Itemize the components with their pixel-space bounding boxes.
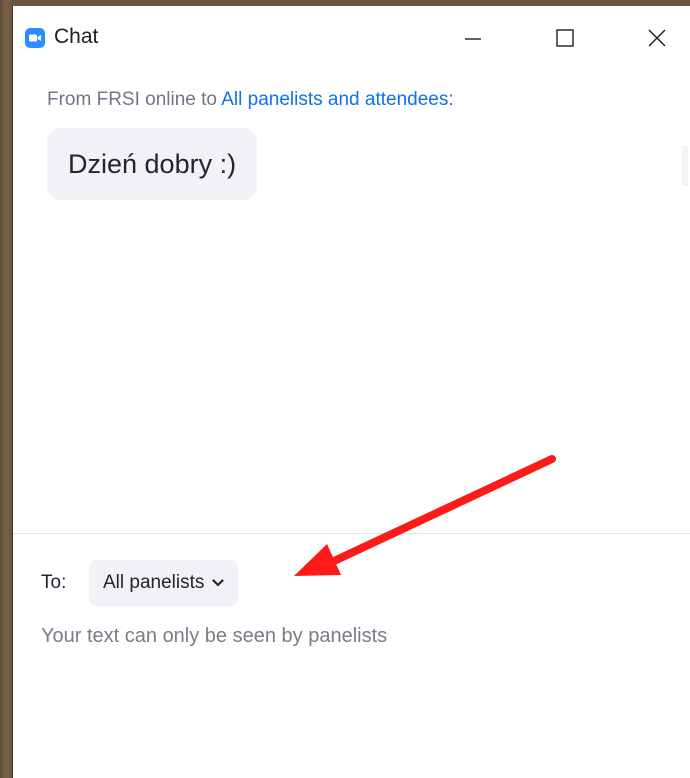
message-input-hint: Your text can only be seen by panelists (41, 625, 388, 647)
minimize-icon (465, 38, 481, 40)
maximize-icon (556, 29, 574, 47)
chat-window: Chat From FRSI online to All panelists a… (13, 6, 690, 778)
title-bar[interactable]: Chat (13, 6, 690, 70)
recipient-link[interactable]: All panelists and attendees: (221, 89, 453, 110)
message-bubble: Dzień dobry :) (47, 128, 258, 200)
recipient-dropdown-value: All panelists (103, 572, 205, 593)
message-text: Dzień dobry :) (68, 148, 237, 179)
window-title: Chat (54, 25, 99, 48)
message-input[interactable] (37, 666, 667, 766)
zoom-camera-icon (25, 28, 45, 48)
chevron-down-icon (212, 579, 224, 587)
close-icon (648, 29, 666, 47)
close-button[interactable] (637, 20, 677, 56)
minimize-button[interactable] (453, 20, 493, 56)
maximize-button[interactable] (545, 20, 585, 56)
to-label: To: (41, 572, 67, 593)
sender-prefix: From FRSI online to (47, 89, 222, 110)
scrollbar[interactable] (682, 146, 688, 186)
message-header: From FRSI online to All panelists and at… (47, 89, 454, 111)
composer-divider (13, 533, 690, 534)
recipient-dropdown[interactable]: All panelists (89, 560, 239, 606)
